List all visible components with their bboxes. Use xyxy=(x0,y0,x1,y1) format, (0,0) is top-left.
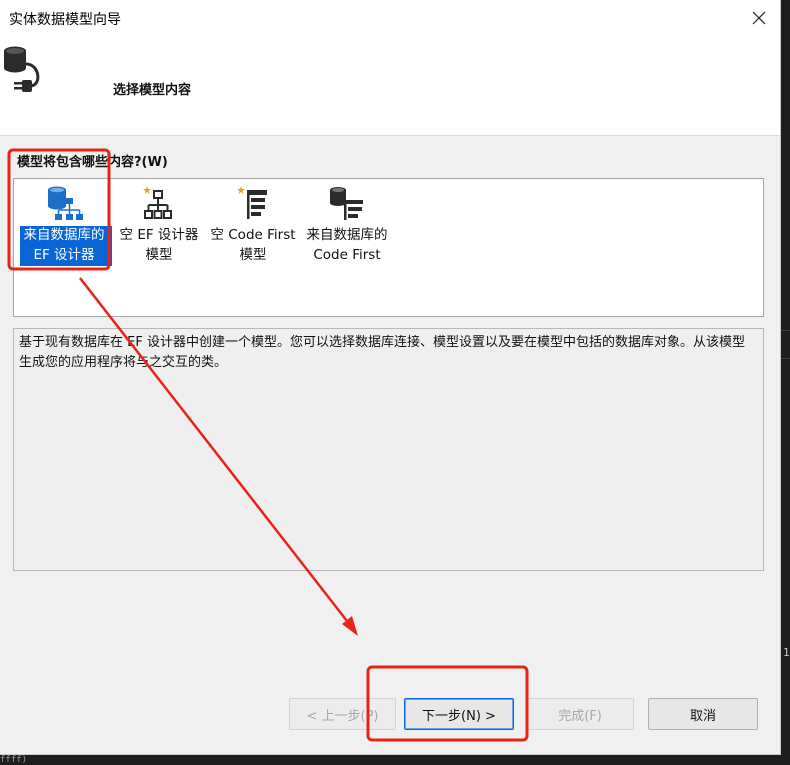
model-contents-list: 来自数据库的 EF 设计器 空 EF 设计器 模型 空 Code First 模… xyxy=(13,178,764,317)
option-label-line2: EF 设计器 xyxy=(33,247,95,263)
entity-data-model-wizard: 实体数据模型向导 选择模型内容 模型将包含哪些内容?(W) 来自数据库的 EF … xyxy=(0,0,781,755)
close-button[interactable] xyxy=(744,4,774,32)
option-label-line1: 空 EF 设计器 xyxy=(119,227,199,243)
editor-line-number: 1 xyxy=(783,646,790,659)
option-description: 基于现有数据库在 EF 设计器中创建一个模型。您可以选择数据库连接、模型设置以及… xyxy=(19,335,745,370)
option-label-line1: 空 Code First xyxy=(210,227,296,243)
option-description-box: 基于现有数据库在 EF 设计器中创建一个模型。您可以选择数据库连接、模型设置以及… xyxy=(13,328,764,571)
option-ef-designer-from-database[interactable]: 来自数据库的 EF 设计器 xyxy=(17,179,112,269)
option-empty-ef-designer[interactable]: 空 EF 设计器 模型 xyxy=(112,179,206,269)
next-button[interactable]: 下一步(N) > xyxy=(404,698,514,730)
cancel-button[interactable]: 取消 xyxy=(648,698,758,730)
database-plug-icon xyxy=(4,46,40,92)
database-diagram-icon xyxy=(48,186,83,220)
option-label-line2: 模型 xyxy=(145,247,173,263)
empty-diagram-icon xyxy=(143,186,172,219)
option-label-line2: Code First xyxy=(313,247,381,263)
editor-divider xyxy=(781,330,790,331)
finish-button[interactable]: 完成(F) xyxy=(526,698,634,730)
option-label-line2: 模型 xyxy=(239,247,267,263)
option-code-first-from-database[interactable]: 来自数据库的 Code First xyxy=(300,179,394,269)
wizard-header: 选择模型内容 xyxy=(0,36,780,136)
option-label-line1: 来自数据库的 xyxy=(306,227,388,243)
option-label-line1: 来自数据库的 xyxy=(23,227,105,243)
database-code-first-icon xyxy=(330,187,363,220)
editor-divider xyxy=(781,358,790,359)
previous-button[interactable]: < 上一步(P) xyxy=(289,698,396,730)
model-contents-label: 模型将包含哪些内容?(W) xyxy=(17,155,168,170)
title-bar: 实体数据模型向导 xyxy=(0,0,780,36)
option-empty-code-first[interactable]: 空 Code First 模型 xyxy=(206,179,300,269)
code-first-icon xyxy=(237,186,267,219)
page-title: 选择模型内容 xyxy=(113,83,192,98)
close-icon xyxy=(752,11,766,25)
window-title: 实体数据模型向导 xyxy=(9,12,121,28)
